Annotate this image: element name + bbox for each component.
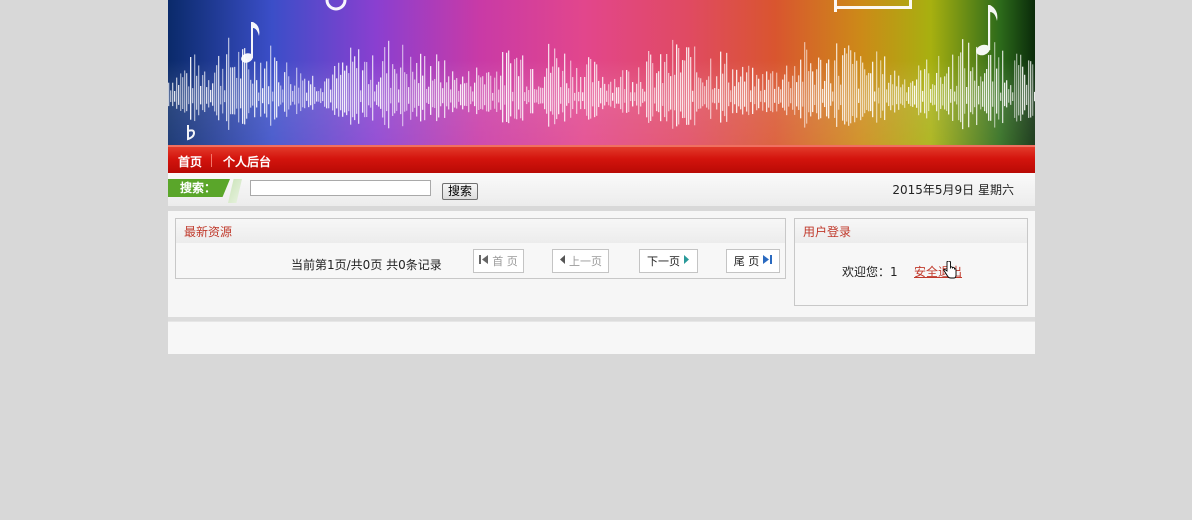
prev-page-button[interactable]: 上一页: [552, 249, 609, 273]
hand-pointer-icon: [943, 260, 957, 282]
header-banner: [168, 0, 1035, 145]
prev-page-label: 上一页: [569, 255, 602, 268]
soundwave-banner-art: [168, 0, 1035, 145]
user-login-title: 用户登录: [795, 219, 1027, 243]
chevron-right-icon: [683, 255, 690, 267]
current-date: 2015年5月9日 星期六: [892, 183, 1014, 197]
first-page-label: 首 页: [492, 255, 518, 268]
skip-first-icon: [479, 255, 489, 267]
main-nav: 首页 个人后台: [168, 145, 1035, 173]
welcome-text: 欢迎您：1: [842, 265, 898, 279]
footer: [168, 321, 1035, 354]
nav-divider: [211, 154, 212, 167]
latest-resources-title: 最新资源: [176, 219, 785, 243]
next-page-label: 下一页: [647, 255, 680, 268]
next-page-button[interactable]: 下一页: [639, 249, 698, 273]
search-input[interactable]: [250, 180, 431, 196]
last-page-label: 尾 页: [733, 255, 760, 268]
skip-last-icon: [762, 255, 773, 267]
first-page-button[interactable]: 首 页: [473, 249, 524, 273]
user-login-panel: 用户登录 欢迎您：1 安全退出: [794, 218, 1028, 306]
nav-item-personal-backend[interactable]: 个人后台: [223, 153, 271, 170]
last-page-button[interactable]: 尾 页: [726, 249, 780, 273]
search-button[interactable]: 搜索: [442, 183, 478, 200]
search-tag-decoration: [228, 179, 242, 203]
chevron-left-icon: [559, 255, 566, 267]
search-tag-label: 搜索：: [168, 179, 230, 197]
nav-item-home[interactable]: 首页: [178, 153, 202, 170]
main-content: 最新资源 当前第1页/共0页 共0条记录 首 页 上一页 下一页 尾 页 用户登…: [168, 211, 1035, 317]
pager-info: 当前第1页/共0页 共0条记录: [291, 258, 442, 272]
latest-resources-panel: 最新资源 当前第1页/共0页 共0条记录 首 页 上一页 下一页 尾 页: [175, 218, 786, 279]
search-bar: 搜索： 搜索 2015年5月9日 星期六: [168, 173, 1035, 209]
